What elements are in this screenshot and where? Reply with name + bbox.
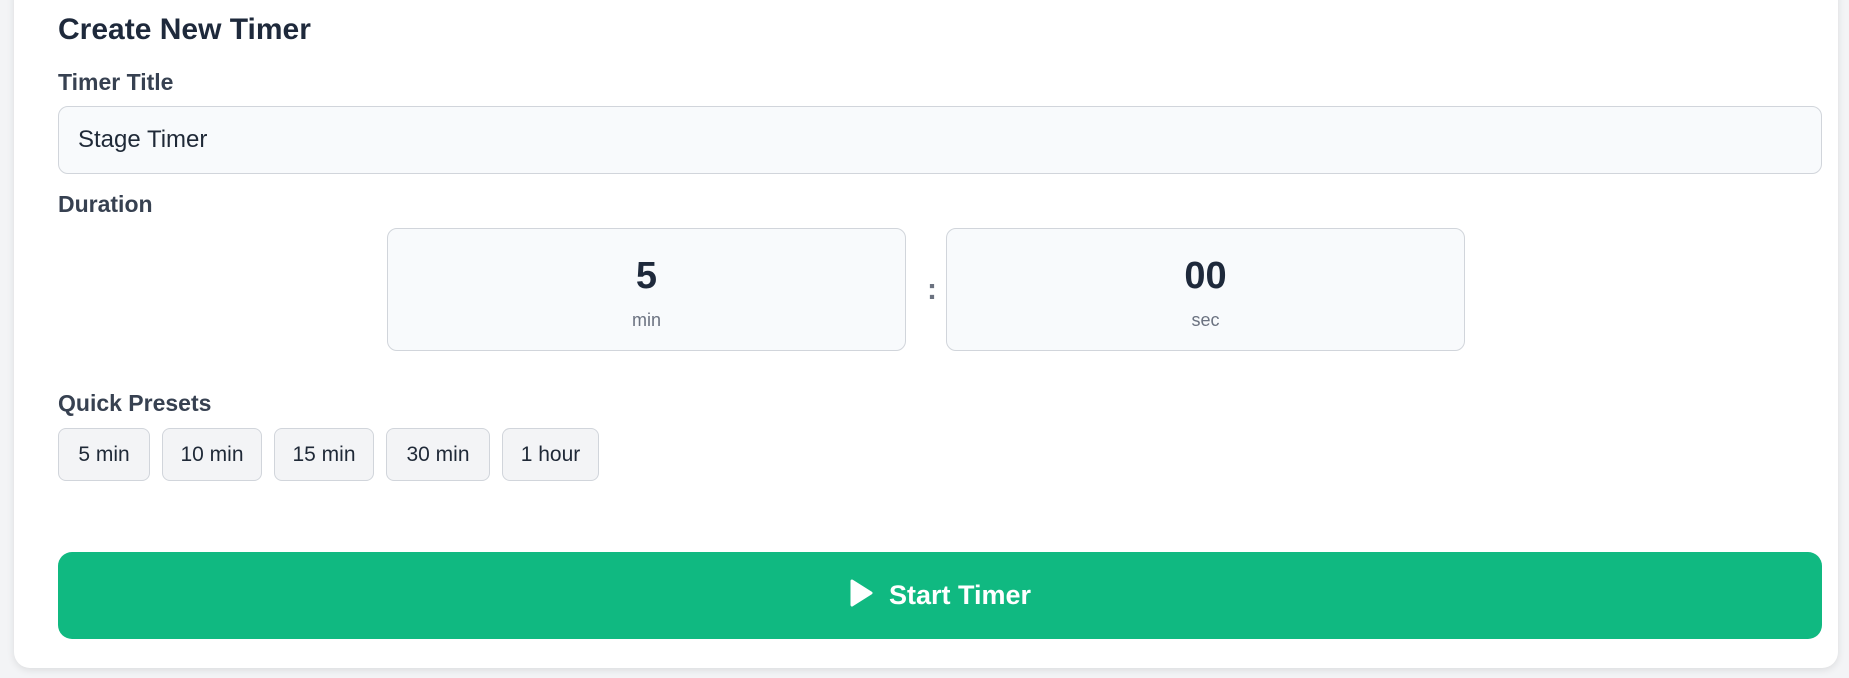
preset-30-min-button[interactable]: 30 min xyxy=(386,428,490,481)
duration-label: Duration xyxy=(58,191,153,217)
minutes-value[interactable]: 5 xyxy=(388,253,905,299)
start-timer-label: Start Timer xyxy=(888,580,1032,610)
preset-15-min-button[interactable]: 15 min xyxy=(274,428,374,481)
play-icon xyxy=(849,579,873,607)
timer-title-label: Timer Title xyxy=(58,69,174,95)
preset-5-min-button[interactable]: 5 min xyxy=(58,428,150,481)
page-title: Create New Timer xyxy=(58,13,311,46)
quick-presets-label: Quick Presets xyxy=(58,390,212,416)
minutes-field[interactable]: 5 min xyxy=(387,228,906,351)
minutes-unit-label: min xyxy=(631,310,661,330)
start-timer-button[interactable]: Start Timer xyxy=(58,552,1822,639)
timer-title-input[interactable] xyxy=(58,106,1822,174)
preset-1-hour-button[interactable]: 1 hour xyxy=(502,428,599,481)
time-separator: : xyxy=(927,273,937,306)
seconds-unit-label: sec xyxy=(1191,310,1220,330)
create-timer-card: Create New Timer Timer Title Duration 5 … xyxy=(14,0,1838,668)
seconds-field[interactable]: 00 sec xyxy=(946,228,1465,351)
seconds-value[interactable]: 00 xyxy=(947,253,1464,299)
preset-10-min-button[interactable]: 10 min xyxy=(162,428,262,481)
